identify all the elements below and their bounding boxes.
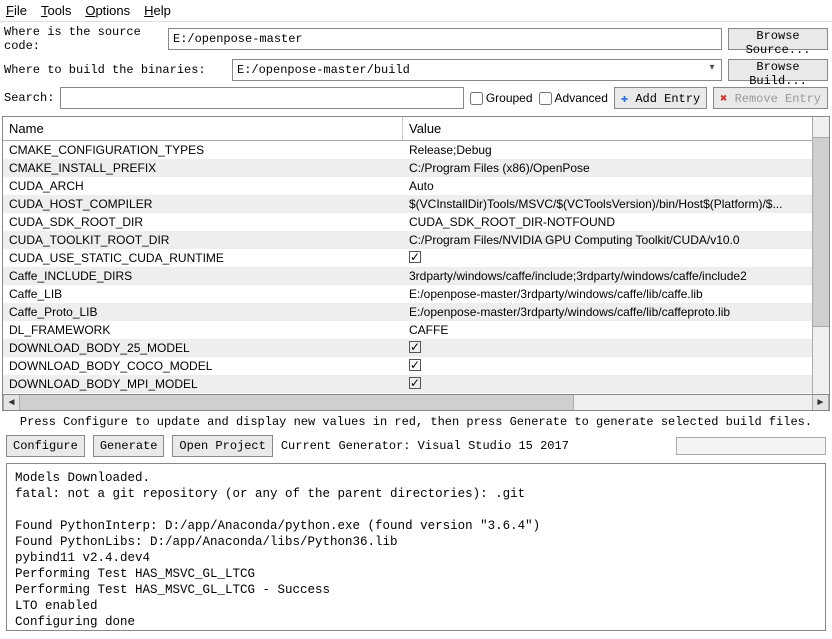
build-row: Where to build the binaries: ▾ Browse Bu… <box>0 56 832 84</box>
cell-value[interactable]: E:/openpose-master/3rdparty/windows/caff… <box>403 303 829 321</box>
generate-button[interactable]: Generate <box>93 435 165 457</box>
table-row[interactable]: Caffe_Proto_LIBE:/openpose-master/3rdpar… <box>3 303 829 321</box>
header-name[interactable]: Name <box>3 117 403 140</box>
cell-name: CUDA_TOOLKIT_ROOT_DIR <box>3 231 403 249</box>
cell-value[interactable]: C:/Program Files (x86)/OpenPose <box>403 159 829 177</box>
cache-table: Name Value CMAKE_CONFIGURATION_TYPESRele… <box>2 116 830 394</box>
cell-name: CUDA_HOST_COMPILER <box>3 195 403 213</box>
menu-file[interactable]: File <box>6 3 27 18</box>
table-row[interactable]: CUDA_SDK_ROOT_DIRCUDA_SDK_ROOT_DIR-NOTFO… <box>3 213 829 231</box>
checkbox-icon[interactable] <box>409 377 421 389</box>
table-row[interactable]: CUDA_HOST_COMPILER$(VCInstallDir)Tools/M… <box>3 195 829 213</box>
checkbox-icon[interactable] <box>409 341 421 353</box>
source-label: Where is the source code: <box>4 25 162 53</box>
add-entry-label: Add Entry <box>635 92 700 106</box>
cell-value[interactable] <box>403 357 829 375</box>
plus-icon: ✚ <box>621 92 628 106</box>
source-row: Where is the source code: Browse Source.… <box>0 22 832 56</box>
browse-source-button[interactable]: Browse Source... <box>728 28 828 50</box>
remove-entry-label: Remove Entry <box>735 92 821 106</box>
table-row[interactable]: CUDA_ARCHAuto <box>3 177 829 195</box>
cell-name: Caffe_INCLUDE_DIRS <box>3 267 403 285</box>
cell-value[interactable] <box>403 339 829 357</box>
menu-options[interactable]: Options <box>85 3 130 18</box>
vertical-scrollbar[interactable] <box>812 117 829 394</box>
advanced-checkbox-input[interactable] <box>539 92 552 105</box>
cell-value[interactable] <box>403 375 829 393</box>
cell-name: DOWNLOAD_BODY_25_MODEL <box>3 339 403 357</box>
hint-text: Press Configure to update and display ne… <box>0 411 832 433</box>
menu-tools[interactable]: Tools <box>41 3 71 18</box>
configure-button[interactable]: Configure <box>6 435 85 457</box>
table-row[interactable]: Caffe_INCLUDE_DIRS3rdparty/windows/caffe… <box>3 267 829 285</box>
progress-bar <box>676 437 826 455</box>
menu-help[interactable]: Help <box>144 3 171 18</box>
action-bar: Configure Generate Open Project Current … <box>0 433 832 459</box>
remove-icon: ✖ <box>720 92 727 106</box>
cell-value[interactable]: Auto <box>403 177 829 195</box>
cell-value[interactable]: Release;Debug <box>403 141 829 159</box>
cell-value[interactable]: $(VCInstallDir)Tools/MSVC/$(VCToolsVersi… <box>403 195 829 213</box>
horizontal-scrollbar[interactable]: ◄ ► <box>2 394 830 411</box>
cell-value[interactable]: C:/Program Files/NVIDIA GPU Computing To… <box>403 231 829 249</box>
vertical-scroll-thumb[interactable] <box>813 137 829 327</box>
scroll-left-icon[interactable]: ◄ <box>3 395 20 410</box>
cell-name: CMAKE_CONFIGURATION_TYPES <box>3 141 403 159</box>
table-row[interactable]: CUDA_TOOLKIT_ROOT_DIRC:/Program Files/NV… <box>3 231 829 249</box>
grouped-checkbox-input[interactable] <box>470 92 483 105</box>
grouped-checkbox[interactable]: Grouped <box>470 91 533 105</box>
checkbox-icon[interactable] <box>409 251 421 263</box>
table-row[interactable]: DOWNLOAD_BODY_25_MODEL <box>3 339 829 357</box>
cell-name: CUDA_SDK_ROOT_DIR <box>3 213 403 231</box>
cell-name: Caffe_LIB <box>3 285 403 303</box>
search-label: Search: <box>4 91 54 105</box>
horizontal-scroll-thumb[interactable] <box>20 395 574 410</box>
current-generator: Current Generator: Visual Studio 15 2017 <box>281 439 569 453</box>
cell-value[interactable]: 3rdparty/windows/caffe/include;3rdparty/… <box>403 267 829 285</box>
search-input[interactable] <box>60 87 464 109</box>
add-entry-button[interactable]: ✚ Add Entry <box>614 87 707 109</box>
table-row[interactable]: Caffe_LIBE:/openpose-master/3rdparty/win… <box>3 285 829 303</box>
cell-value[interactable] <box>403 249 829 267</box>
source-input[interactable] <box>168 28 722 50</box>
cell-value[interactable]: CAFFE <box>403 321 829 339</box>
browse-build-button[interactable]: Browse Build... <box>728 59 828 81</box>
cell-name: CUDA_USE_STATIC_CUDA_RUNTIME <box>3 249 403 267</box>
open-project-button[interactable]: Open Project <box>172 435 272 457</box>
remove-entry-button[interactable]: ✖ Remove Entry <box>713 87 828 109</box>
cell-name: CUDA_ARCH <box>3 177 403 195</box>
cell-name: Caffe_Proto_LIB <box>3 303 403 321</box>
build-label: Where to build the binaries: <box>4 63 226 77</box>
menu-bar: File Tools Options Help <box>0 0 832 22</box>
cell-name: DL_FRAMEWORK <box>3 321 403 339</box>
checkbox-icon[interactable] <box>409 359 421 371</box>
table-row[interactable]: CMAKE_INSTALL_PREFIXC:/Program Files (x8… <box>3 159 829 177</box>
cell-value[interactable]: CUDA_SDK_ROOT_DIR-NOTFOUND <box>403 213 829 231</box>
grouped-label: Grouped <box>486 91 533 105</box>
cell-value[interactable]: E:/openpose-master/3rdparty/windows/caff… <box>403 285 829 303</box>
table-row[interactable]: CUDA_USE_STATIC_CUDA_RUNTIME <box>3 249 829 267</box>
cell-name: DOWNLOAD_BODY_MPI_MODEL <box>3 375 403 393</box>
output-console[interactable]: Models Downloaded. fatal: not a git repo… <box>6 463 826 631</box>
build-input[interactable] <box>232 59 722 81</box>
advanced-label: Advanced <box>555 91 608 105</box>
table-row[interactable]: DOWNLOAD_BODY_MPI_MODEL <box>3 375 829 393</box>
table-row[interactable]: DL_FRAMEWORKCAFFE <box>3 321 829 339</box>
advanced-checkbox[interactable]: Advanced <box>539 91 608 105</box>
cell-name: DOWNLOAD_BODY_COCO_MODEL <box>3 357 403 375</box>
table-body: CMAKE_CONFIGURATION_TYPESRelease;DebugCM… <box>3 141 829 393</box>
cell-name: CMAKE_INSTALL_PREFIX <box>3 159 403 177</box>
search-row: Search: Grouped Advanced ✚ Add Entry ✖ R… <box>0 84 832 112</box>
table-row[interactable]: DOWNLOAD_BODY_COCO_MODEL <box>3 357 829 375</box>
table-row[interactable]: CMAKE_CONFIGURATION_TYPESRelease;Debug <box>3 141 829 159</box>
scroll-right-icon[interactable]: ► <box>812 395 829 410</box>
header-value[interactable]: Value <box>403 117 829 140</box>
table-header: Name Value <box>3 117 829 141</box>
